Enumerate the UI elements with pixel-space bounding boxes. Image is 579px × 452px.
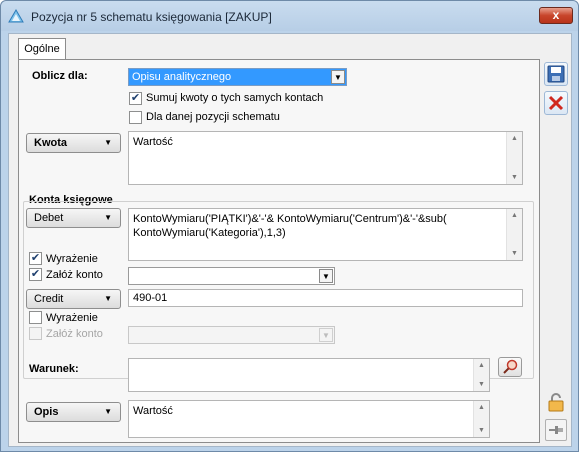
scroll-down-icon[interactable]: ▼ [511, 250, 518, 257]
save-button[interactable] [544, 62, 568, 86]
pin-icon [549, 426, 563, 434]
opis-button[interactable]: Opis ▼ [26, 402, 121, 422]
kwota-scrollbar[interactable]: ▲ ▼ [506, 132, 522, 184]
close-button[interactable]: x [539, 7, 573, 24]
pin-button[interactable] [545, 419, 567, 441]
opis-textarea[interactable]: Wartość ▲ ▼ [128, 400, 490, 438]
pozycja-checkbox[interactable] [129, 111, 142, 124]
app-triangle-icon [8, 9, 24, 23]
debet-zaloz-konto-checkbox[interactable]: ✔ [29, 268, 42, 281]
chevron-down-icon: ▼ [104, 138, 112, 147]
credit-wyrazenie-checkbox[interactable] [29, 311, 42, 324]
credit-zaloz-konto-label: Załóż konto [46, 328, 103, 340]
scroll-up-icon[interactable]: ▲ [511, 212, 518, 219]
credit-button-label: Credit [34, 293, 64, 305]
credit-wyrazenie-label: Wyrażenie [46, 312, 98, 324]
oblicz-dla-value: Opisu analitycznego [132, 71, 232, 83]
credit-konto-select[interactable]: ▼ [128, 326, 335, 344]
debet-wyrazenie-checkbox[interactable]: ✔ [29, 252, 42, 265]
floppy-disk-icon [547, 65, 565, 83]
debet-button[interactable]: Debet ▼ [26, 208, 121, 228]
pozycja-label: Dla danej pozycji schematu [146, 111, 280, 123]
credit-button[interactable]: Credit ▼ [26, 289, 121, 309]
warunek-label: Warunek: [29, 363, 79, 375]
scroll-up-icon[interactable]: ▲ [511, 135, 518, 142]
kwota-button[interactable]: Kwota ▼ [26, 133, 121, 153]
debet-konto-select[interactable]: ▼ [128, 267, 335, 285]
cancel-button[interactable] [544, 91, 568, 115]
scroll-down-icon[interactable]: ▼ [478, 427, 485, 434]
opis-scrollbar[interactable]: ▲ ▼ [473, 401, 489, 437]
scroll-down-icon[interactable]: ▼ [511, 174, 518, 181]
oblicz-dla-label: Oblicz dla: [32, 70, 88, 82]
debet-scrollbar[interactable]: ▲ ▼ [506, 209, 522, 260]
opis-value: Wartość [133, 405, 173, 417]
scroll-down-icon[interactable]: ▼ [478, 381, 485, 388]
chevron-down-icon: ▼ [104, 407, 112, 416]
chevron-down-icon: ▼ [104, 213, 112, 222]
sumuj-checkbox[interactable]: ✔ [129, 92, 142, 105]
kwota-textarea[interactable]: Wartość ▲ ▼ [128, 131, 523, 185]
scroll-up-icon[interactable]: ▲ [478, 362, 485, 369]
warunek-scrollbar[interactable]: ▲ ▼ [473, 359, 489, 391]
dialog-window: Pozycja nr 5 schematu księgowania [ZAKUP… [0, 0, 579, 452]
warunek-textarea[interactable]: ▲ ▼ [128, 358, 490, 392]
lock-button[interactable] [545, 391, 567, 413]
debet-expression-textarea[interactable]: KontoWymiaru('PIĄTKI')&'-'& KontoWymiaru… [128, 208, 523, 261]
chevron-down-icon[interactable]: ▼ [319, 269, 333, 283]
kwota-value: Wartość [133, 136, 173, 148]
red-x-icon [548, 95, 564, 111]
warunek-builder-button[interactable] [498, 357, 522, 377]
debet-button-label: Debet [34, 212, 64, 224]
tab-ogolne[interactable]: Ogólne [18, 38, 66, 60]
padlock-icon [548, 393, 564, 412]
opis-button-label: Opis [34, 406, 59, 418]
oblicz-dla-select[interactable]: Opisu analitycznego ▼ [128, 68, 347, 86]
credit-account-value: 490-01 [133, 292, 168, 304]
dialog-client-area: Ogólne Oblicz dla: Opisu analitycznego ▼… [8, 33, 572, 447]
magnifier-tool-icon [503, 359, 518, 374]
kwota-button-label: Kwota [34, 137, 67, 149]
tab-panel: Oblicz dla: Opisu analitycznego ▼ ✔ Sumu… [18, 59, 540, 443]
scroll-up-icon[interactable]: ▲ [478, 404, 485, 411]
chevron-down-icon: ▼ [104, 294, 112, 303]
chevron-down-icon[interactable]: ▼ [331, 70, 345, 84]
credit-account-field[interactable]: 490-01 [128, 289, 523, 307]
sumuj-label: Sumuj kwoty o tych samych kontach [146, 92, 324, 104]
title-bar: Pozycja nr 5 schematu księgowania [ZAKUP… [1, 1, 578, 31]
debet-expression: KontoWymiaru('PIĄTKI')&'-'& KontoWymiaru… [133, 213, 447, 239]
debet-zaloz-konto-label: Załóż konto [46, 269, 103, 281]
window-title: Pozycja nr 5 schematu księgowania [ZAKUP… [31, 10, 272, 24]
debet-wyrazenie-label: Wyrażenie [46, 253, 98, 265]
credit-zaloz-konto-checkbox[interactable] [29, 327, 42, 340]
chevron-down-icon[interactable]: ▼ [319, 328, 333, 342]
